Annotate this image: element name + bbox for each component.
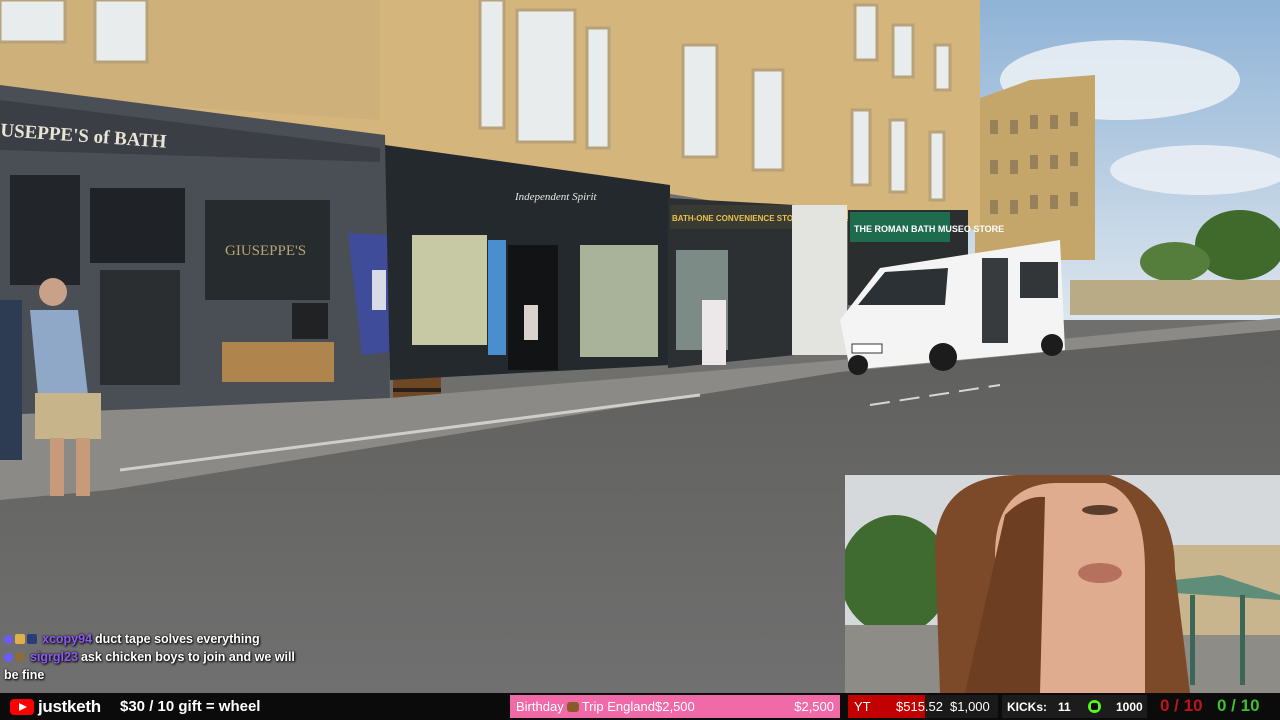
channel-name: justketh bbox=[38, 697, 101, 716]
stream-ticker: justketh $30 / 10 gift = wheel Birthday T… bbox=[0, 693, 1280, 720]
sign-independent-spirit: Independent Spirit bbox=[514, 191, 598, 203]
window-giuseppes: GIUSEPPE'S bbox=[225, 243, 306, 259]
gift-badge-icon bbox=[15, 634, 25, 644]
chat-badges bbox=[4, 632, 39, 649]
donation-goal: Birthday Trip England $2,500 $2,500 bbox=[510, 695, 840, 718]
moderator-badge-icon bbox=[27, 634, 37, 644]
goal-amount: $2,500 bbox=[655, 699, 695, 714]
chat-message: xcopy94 duct tape solves everything bbox=[4, 631, 304, 649]
chat-username: sigrgl23 bbox=[30, 650, 78, 664]
gift-wheel-text: $30 / 10 gift = wheel bbox=[120, 698, 261, 715]
emote-badge-icon bbox=[15, 652, 25, 662]
sign-roman-bath: THE ROMAN BATH MUSEO STORE bbox=[854, 224, 1004, 234]
kicks-label: KICKs: bbox=[1007, 700, 1048, 714]
kicks-count: 11 bbox=[1058, 700, 1071, 714]
youtube-goal-label: YT bbox=[854, 699, 871, 714]
chat-overlay: xcopy94 duct tape solves everything sigrg… bbox=[4, 631, 304, 684]
kick-logo-icon bbox=[1088, 700, 1101, 713]
subscriber-badge-icon bbox=[4, 635, 13, 644]
birthday-cake-icon bbox=[566, 702, 579, 712]
kicks-goal: 1000 bbox=[1116, 700, 1143, 714]
webcam-overlay bbox=[845, 475, 1280, 693]
webcam-feed bbox=[845, 475, 1280, 693]
kicks-counter: KICKs: 11 1000 bbox=[1002, 695, 1147, 718]
goal-label: Birthday Trip England bbox=[516, 699, 655, 714]
youtube-goal-amount: $515.52 bbox=[896, 699, 943, 714]
goal-total: $2,500 bbox=[794, 699, 834, 714]
subscriber-badge-icon bbox=[4, 653, 13, 662]
youtube-logo-icon bbox=[10, 699, 34, 715]
chat-badges bbox=[4, 650, 27, 667]
chat-message: sigrgl23 ask chicken boys to join and we … bbox=[4, 649, 304, 684]
counter-green: 0 / 10 bbox=[1217, 696, 1260, 715]
chat-text: duct tape solves everything bbox=[95, 632, 260, 646]
youtube-goal-target: $1,000 bbox=[950, 699, 990, 714]
chat-username: xcopy94 bbox=[42, 632, 93, 646]
counter-red: 0 / 10 bbox=[1160, 696, 1203, 715]
youtube-goal: YT $515.52 $1,000 bbox=[848, 695, 998, 718]
